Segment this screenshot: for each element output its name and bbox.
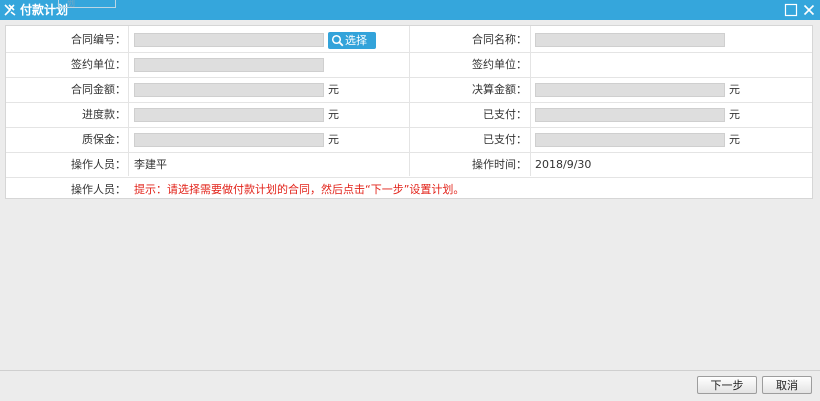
next-step-button[interactable]: 下一步	[697, 376, 757, 394]
operate-time-label: 操作时间：	[472, 158, 527, 171]
contract-name-field[interactable]	[535, 33, 725, 47]
sign-unit-label-right: 签约单位：	[472, 58, 527, 71]
form-row: 进度款： 元 已支付： 元	[6, 103, 812, 128]
paid-unit: 元	[729, 133, 740, 146]
progress-payment-field[interactable]	[134, 108, 324, 122]
paid-field[interactable]	[535, 133, 725, 147]
contract-amount-label: 合同金额：	[71, 83, 126, 96]
form-row: 操作人员： 李建平 操作时间： 2018/9/30	[6, 153, 812, 178]
operator-label: 操作人员：	[71, 158, 126, 171]
settlement-amount-label: 决算金额：	[472, 83, 527, 96]
contract-no-field[interactable]	[134, 33, 324, 47]
hint-row-label: 操作人员：	[71, 183, 126, 196]
settlement-amount-field[interactable]	[535, 83, 725, 97]
hint-text: 提示：请选择需要做付款计划的合同，然后点击“下一步”设置计划。	[134, 183, 465, 196]
contract-no-label: 合同编号：	[71, 33, 126, 46]
sign-unit-field[interactable]	[134, 58, 324, 72]
sign-unit-label: 签约单位：	[71, 58, 126, 71]
contract-amount-unit: 元	[328, 83, 339, 96]
title-bar: 付款计划	[0, 0, 820, 20]
progress-payment-unit: 元	[328, 108, 339, 121]
paid-field[interactable]	[535, 108, 725, 122]
close-icon[interactable]	[802, 3, 816, 17]
operate-time-value: 2018/9/30	[535, 158, 592, 171]
contract-name-label: 合同名称：	[472, 33, 527, 46]
warranty-deposit-unit: 元	[328, 133, 339, 146]
app-logo-icon	[4, 4, 16, 16]
form-row: 签约单位： 签约单位：	[6, 53, 812, 78]
warranty-deposit-label: 质保金：	[82, 133, 126, 146]
search-icon	[331, 34, 344, 47]
paid-unit: 元	[729, 108, 740, 121]
contract-amount-field[interactable]	[134, 83, 324, 97]
form-row: 质保金： 元 已支付： 元	[6, 128, 812, 153]
dialog-footer: 下一步 取消	[0, 370, 820, 401]
minimize-icon[interactable]	[784, 3, 798, 17]
cancel-button[interactable]: 取消	[762, 376, 812, 394]
paid-label: 已支付：	[483, 133, 527, 146]
warranty-deposit-field[interactable]	[134, 133, 324, 147]
background-tab: 划	[58, 0, 116, 8]
contract-form: 合同编号： 选择 合同名称： 签约单位： 签约单位： 合同金额： 元 决算金额：…	[5, 25, 813, 199]
settlement-amount-unit: 元	[729, 83, 740, 96]
select-button-label: 选择	[345, 34, 367, 47]
paid-label: 已支付：	[483, 108, 527, 121]
progress-payment-label: 进度款：	[82, 108, 126, 121]
select-contract-button[interactable]: 选择	[328, 32, 376, 49]
form-row: 操作人员： 提示：请选择需要做付款计划的合同，然后点击“下一步”设置计划。	[6, 178, 812, 202]
form-row: 合同编号： 选择 合同名称：	[6, 28, 812, 53]
operator-value: 李建平	[134, 158, 167, 171]
form-row: 合同金额： 元 决算金额： 元	[6, 78, 812, 103]
